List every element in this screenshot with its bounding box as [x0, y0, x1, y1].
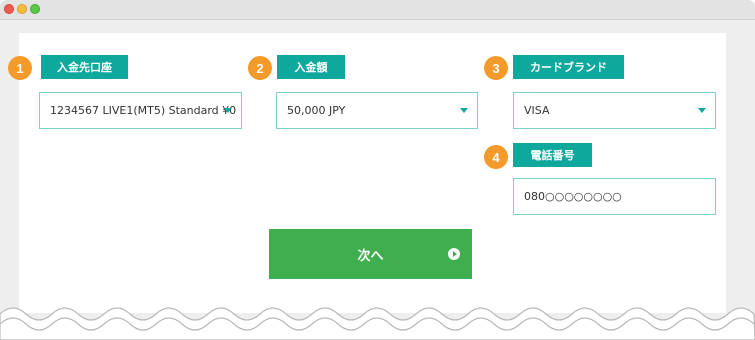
phone-number-input[interactable]: 080○○○○○○○○: [513, 178, 716, 215]
next-button-label: 次へ: [357, 248, 384, 264]
card-brand-select[interactable]: VISA: [513, 92, 716, 129]
arrow-right-circle-icon: [448, 248, 460, 260]
maximize-window-icon[interactable]: [30, 4, 40, 14]
chevron-down-icon: [698, 108, 706, 113]
step-1-badge: 1: [8, 56, 32, 80]
phone-number-label: 電話番号: [513, 143, 592, 167]
phone-number-value: 080○○○○○○○○: [524, 190, 622, 203]
deposit-amount-label: 入金額: [277, 55, 345, 79]
deposit-amount-select[interactable]: 50,000 JPY: [276, 92, 478, 129]
chevron-down-icon: [460, 108, 468, 113]
card-brand-value: VISA: [524, 104, 550, 117]
torn-edge-decoration: [0, 307, 755, 340]
step-3-badge: 3: [484, 56, 508, 80]
card-brand-label: カードブランド: [513, 55, 624, 79]
step-4-badge: 4: [484, 145, 508, 169]
title-bar: [0, 0, 755, 20]
deposit-account-label: 入金先口座: [41, 55, 128, 79]
next-button[interactable]: 次へ: [269, 229, 472, 279]
deposit-account-select[interactable]: 1234567 LIVE1(MT5) Standard ¥0: [39, 92, 242, 129]
browser-window: 1 入金先口座 1234567 LIVE1(MT5) Standard ¥0 2…: [0, 0, 755, 340]
minimize-window-icon[interactable]: [17, 4, 27, 14]
deposit-amount-value: 50,000 JPY: [287, 104, 346, 117]
deposit-account-value: 1234567 LIVE1(MT5) Standard ¥0: [50, 104, 237, 117]
chevron-down-icon: [224, 108, 232, 113]
step-2-badge: 2: [248, 56, 272, 80]
close-window-icon[interactable]: [4, 4, 14, 14]
